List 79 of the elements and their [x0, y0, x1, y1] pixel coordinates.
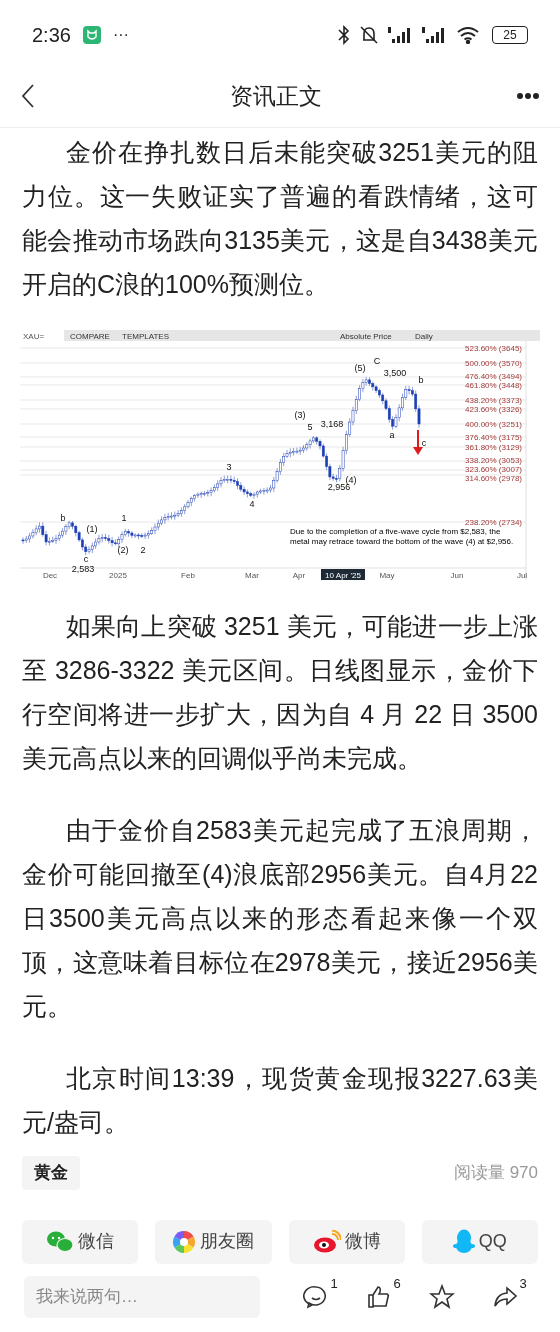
symbol-text: XAU= — [23, 331, 45, 341]
fibonacci-level-label: 338.20% (3053) — [465, 455, 522, 465]
share-button[interactable]: 微博 — [288, 1219, 405, 1264]
fibonacci-level-label: 500.00% (3570) — [465, 358, 522, 368]
wave-label: C — [373, 356, 381, 367]
wave-label: b — [418, 375, 424, 386]
selected-date-label: 10 Apr '25 — [321, 569, 365, 580]
status-time: 2:36 — [32, 22, 71, 48]
share-button[interactable]: 微信 — [22, 1219, 139, 1264]
page-title: 资讯正文 — [229, 81, 323, 111]
fibonacci-level-label: 400.00% (3251) — [465, 419, 522, 429]
action-count: 1 — [330, 1274, 338, 1293]
fibonacci-level-label: 461.80% (3448) — [465, 380, 522, 390]
fibonacci-level-label: 476.40% (3494) — [465, 371, 522, 381]
chart-annotation: Due to the completion of a five-wave cycle from $2,583, the metal may retrace toward the bottom of the wave (4) at $2,956. — [290, 527, 515, 547]
star-icon — [428, 1283, 455, 1310]
read-count: 阅读量 970 — [453, 1162, 538, 1184]
article-paragraph: 如果向上突破 3251 美元，可能进一步上涨至 3286-3322 美元区间。日线图显示，金价下行空间将进一步扩大，因为自 4 月 22 日 3500 美元高点以来的回调似乎尚未完成。 — [21, 611, 539, 774]
wave-label: 5 — [307, 422, 313, 433]
wave-label: 3 — [226, 462, 232, 473]
x-axis-label: Apr — [292, 570, 306, 580]
wave-label: (4) — [345, 475, 357, 486]
bluetooth-icon — [338, 24, 350, 45]
wave-label: (5) — [354, 363, 366, 374]
more-notifications: ··· — [112, 24, 129, 45]
x-axis-label: Dec — [42, 570, 58, 580]
chat-bubbles-icon — [46, 1229, 75, 1254]
wifi-icon — [456, 25, 480, 44]
x-axis-label: Jun — [450, 570, 464, 580]
action-count: 3 — [519, 1274, 527, 1293]
down-arrow-icon — [413, 429, 423, 455]
fibonacci-level-label: 438.20% (3373) — [465, 395, 522, 405]
x-axis-label: 2025 — [109, 570, 127, 580]
more-icon[interactable] — [516, 92, 540, 100]
cat-app-icon — [82, 25, 101, 44]
action-count: 6 — [393, 1274, 401, 1293]
fibonacci-level-label: 361.80% (3129) — [465, 442, 522, 452]
back-icon[interactable] — [20, 83, 36, 109]
battery-indicator: 25 — [492, 25, 528, 44]
wave-label: 3,500 — [383, 368, 407, 379]
article-paragraph: 金价在挣扎数日后未能突破3251美元的阻力位。这一失败证实了普遍的看跌情绪，这可能会推动市场跌向3135美元，这是自3438美元开启的C浪的100%预测位。 — [21, 137, 539, 300]
fibonacci-level-label: 238.20% (2734) — [465, 517, 522, 527]
comment-icon — [302, 1283, 329, 1310]
fibonacci-level-label: 523.60% (3645) — [465, 343, 522, 353]
fibonacci-level-label: 323.60% (3007) — [465, 464, 522, 474]
wave-label: b — [60, 513, 66, 524]
wave-label: c — [421, 438, 427, 449]
price-mode-dropdown[interactable]: Absolute Price — [340, 331, 392, 341]
wave-label: 2,583 — [71, 564, 95, 575]
tag-chip[interactable]: 黄金 — [22, 1156, 80, 1190]
x-axis-label: May — [379, 570, 395, 580]
interval-dropdown[interactable]: Daily — [415, 331, 433, 341]
article-paragraph: 由于金价自2583美元起完成了五浪周期，金价可能回撤至(4)浪底部2956美元。自4月22日3500美元高点以来的形态看起来像一个双顶，这意味着目标位在2978美元，接近2956美元。 — [21, 815, 539, 1022]
wave-label: (2) — [117, 545, 129, 556]
wave-label: a — [389, 430, 395, 441]
share-button[interactable]: QQ — [421, 1219, 538, 1264]
wave-label: (3) — [294, 410, 306, 421]
share-button[interactable]: 朋友圈 — [155, 1219, 272, 1264]
eye-logo-icon — [312, 1229, 341, 1254]
comment-input[interactable]: 我来说两句… — [24, 1275, 260, 1318]
wave-label: c — [83, 554, 89, 565]
article-paragraph: 北京时间13:39，现货黄金现报3227.63美元/盎司。 — [21, 1063, 539, 1138]
templates-button[interactable]: TEMPLATES — [122, 331, 169, 341]
x-axis-label: Feb — [181, 570, 195, 580]
wave-label: 4 — [249, 499, 255, 510]
compare-button[interactable]: COMPARE — [70, 331, 110, 341]
penguin-icon — [452, 1228, 475, 1255]
fibonacci-level-label: 423.60% (3326) — [465, 404, 522, 414]
x-axis-label: Mar — [245, 570, 259, 580]
wave-label: 3,168 — [320, 419, 344, 430]
thumbs-up-icon — [365, 1283, 392, 1310]
x-axis-label: Jul — [516, 570, 528, 580]
fibonacci-level-label: 376.40% (3175) — [465, 432, 522, 442]
muted-bell-icon — [358, 24, 380, 45]
wave-label: 1 — [121, 513, 127, 524]
aperture-icon — [172, 1229, 197, 1254]
wave-label: 2 — [140, 545, 146, 556]
wave-label: (1) — [86, 524, 98, 535]
fibonacci-level-label: 314.60% (2978) — [465, 473, 522, 483]
